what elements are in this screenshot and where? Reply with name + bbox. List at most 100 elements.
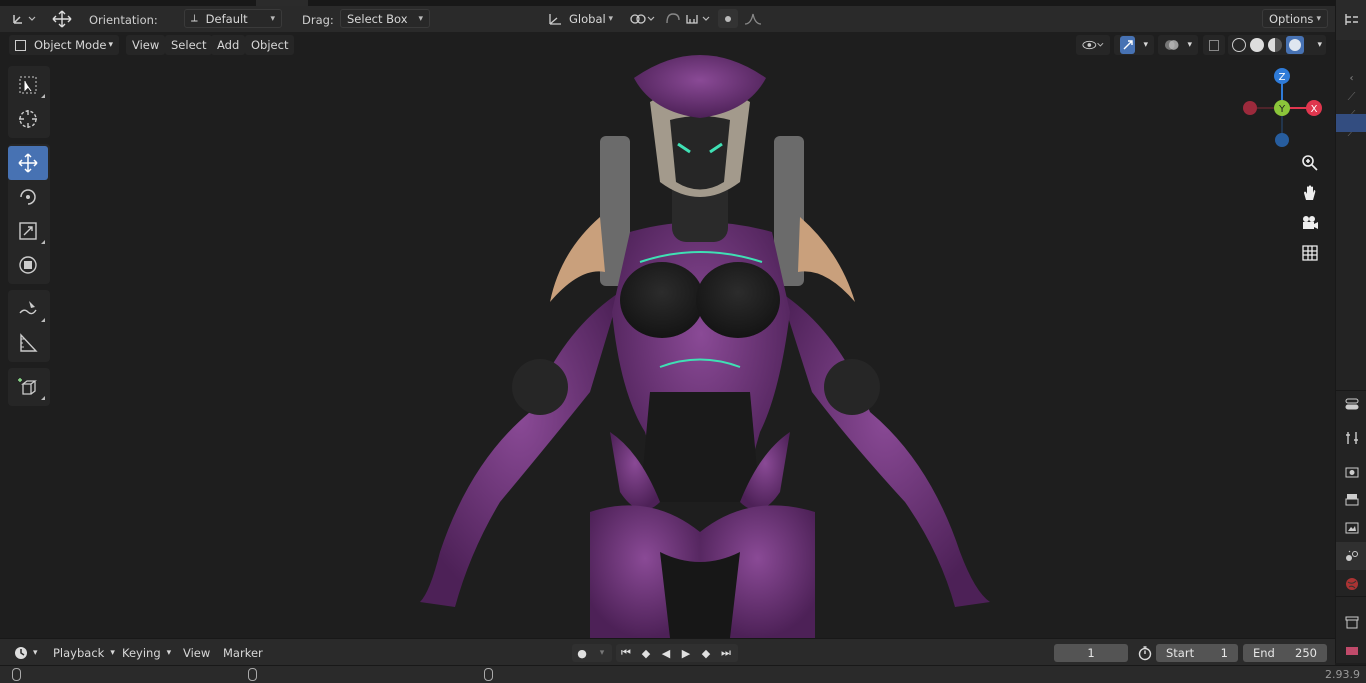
tool-shelf <box>8 66 50 412</box>
zoom-icon[interactable] <box>1297 150 1323 176</box>
navigation-gizmo[interactable]: Z X Y <box>1238 64 1328 154</box>
world-properties-icon[interactable] <box>1336 570 1366 598</box>
mouse-left-icon <box>12 668 21 681</box>
chevron-down-icon: ▾ <box>166 648 172 658</box>
tool-group-add <box>8 368 50 406</box>
elbow-pad-left <box>512 359 568 415</box>
outliner-icon <box>1345 14 1358 25</box>
play-icon[interactable]: ▶ <box>676 647 696 660</box>
chevron-down-icon: ▾ <box>110 648 115 658</box>
pan-hand-icon[interactable] <box>1297 180 1323 206</box>
chevron-down-icon: ▾ <box>108 40 113 50</box>
outliner-toggle[interactable] <box>1335 0 1366 40</box>
gizmo-neg-x-axis[interactable] <box>1243 101 1257 115</box>
record-icon[interactable]: ● <box>572 647 592 660</box>
tool-properties-icon[interactable] <box>1336 390 1366 418</box>
mode-dropdown[interactable]: Object Mode ▾ <box>9 35 119 55</box>
3d-viewport[interactable]: Object Mode ▾ View Select Add Object ▾ ▾ <box>0 32 1335 638</box>
record-controls: ● ▾ <box>572 644 612 662</box>
prev-keyframe-icon[interactable]: ◆ <box>636 647 656 660</box>
render-properties-icon[interactable] <box>1336 458 1366 486</box>
character-model <box>420 55 990 638</box>
timeline-menu-marker[interactable]: Marker <box>218 644 268 662</box>
drag-dropdown[interactable]: Select Box ▾ <box>340 9 430 28</box>
collection-properties-icon[interactable] <box>1336 608 1366 636</box>
outliner-row-icon[interactable]: ⟋ <box>1336 88 1366 106</box>
pivot-point-icon[interactable] <box>626 9 658 28</box>
measure-tool[interactable] <box>8 326 48 360</box>
move-tool-icon[interactable] <box>48 9 76 28</box>
options-dropdown[interactable]: Options ▾ <box>1262 9 1328 28</box>
menu-add[interactable]: Add <box>211 35 246 55</box>
drag-value: Select Box <box>347 11 408 26</box>
select-box-tool[interactable] <box>8 68 48 102</box>
orientation-dropdown[interactable]: ⟂ Default ▾ <box>184 9 282 28</box>
overlays-dropdown[interactable]: ▾ <box>1158 35 1198 55</box>
output-properties-icon[interactable] <box>1336 486 1366 514</box>
timeline-menu-view[interactable]: View <box>178 644 215 662</box>
start-label: Start <box>1166 646 1195 660</box>
chevron-down-icon: ▾ <box>1316 13 1321 24</box>
move-tool[interactable] <box>8 146 48 180</box>
collapse-arrow-icon[interactable]: ‹ <box>1336 68 1366 88</box>
annotate-tool[interactable] <box>8 292 48 326</box>
material-shading-icon[interactable] <box>1268 38 1282 52</box>
visibility-dropdown[interactable] <box>1076 35 1110 55</box>
grid-perspective-icon[interactable] <box>1297 240 1323 266</box>
snap-toggle[interactable] <box>662 9 714 28</box>
keying-label: Keying <box>122 646 161 660</box>
mouse-middle-icon <box>248 668 257 681</box>
menu-select[interactable]: Select <box>165 35 213 55</box>
solid-shading-icon[interactable] <box>1250 38 1264 52</box>
timeline-menu-keying[interactable]: Keying ▾ <box>117 644 176 662</box>
orientation-value: Default <box>205 11 248 26</box>
jump-start-icon[interactable]: ⏮ <box>616 646 636 660</box>
mode-value: Object Mode <box>34 38 107 52</box>
gizmo-dropdown[interactable]: ▾ <box>1114 35 1154 55</box>
scene-properties-icon[interactable] <box>1336 542 1366 570</box>
global-axis-icon <box>549 13 561 25</box>
texture-properties-icon[interactable] <box>1336 640 1366 660</box>
tool-settings-bar: Orientation: ⟂ Default ▾ Drag: Select Bo… <box>0 6 1335 32</box>
cursor-tool[interactable] <box>8 102 48 136</box>
status-bar: 2.93.9 <box>0 665 1366 683</box>
preview-range-toggle[interactable] <box>1132 644 1158 662</box>
xray-toggle[interactable] <box>1203 35 1225 55</box>
gizmo-y-label: Y <box>1278 104 1286 115</box>
current-frame-field[interactable]: 1 <box>1054 644 1128 662</box>
start-frame-field[interactable]: Start 1 <box>1156 644 1238 662</box>
add-cube-tool[interactable] <box>8 370 48 404</box>
outliner-selected-row[interactable] <box>1336 114 1366 132</box>
gizmo-neg-z-axis[interactable] <box>1275 133 1289 147</box>
view-layer-properties-icon[interactable] <box>1336 514 1366 542</box>
scale-tool[interactable] <box>8 214 48 248</box>
clock-icon <box>15 647 27 659</box>
proportional-edit-icon[interactable] <box>718 9 738 28</box>
eye-icon <box>1082 40 1104 50</box>
end-frame-field[interactable]: End 250 <box>1243 644 1327 662</box>
rendered-shading-icon[interactable] <box>1286 36 1304 54</box>
transform-tool[interactable] <box>8 248 48 282</box>
shading-modes: ▾ <box>1228 35 1326 55</box>
gizmo-toggle-icon[interactable] <box>1120 36 1136 54</box>
next-keyframe-icon[interactable]: ◆ <box>696 647 716 660</box>
divider <box>1336 596 1366 597</box>
editor-type-icon[interactable] <box>8 9 40 28</box>
add-cube-icon <box>18 378 37 395</box>
camera-view-icon[interactable] <box>1297 210 1323 236</box>
menu-object[interactable]: Object <box>245 35 295 55</box>
chevron-down-icon: ▾ <box>33 648 38 658</box>
transform-orientation-dropdown[interactable]: Global ▾ <box>540 9 620 28</box>
tool-settings-icon[interactable] <box>1336 424 1366 452</box>
rotate-tool[interactable] <box>8 180 48 214</box>
transform-space-value: Global <box>569 11 606 26</box>
end-value: 250 <box>1295 646 1317 660</box>
wireframe-shading-icon[interactable] <box>1232 38 1246 52</box>
falloff-icon[interactable] <box>740 9 770 28</box>
menu-view[interactable]: View <box>126 35 166 55</box>
timeline-menu-playback[interactable]: Playback ▾ <box>48 644 120 662</box>
jump-end-icon[interactable]: ⏭ <box>716 646 736 660</box>
timeline-editor-type[interactable]: ▾ <box>8 644 43 662</box>
play-reverse-icon[interactable]: ◀ <box>656 647 676 660</box>
